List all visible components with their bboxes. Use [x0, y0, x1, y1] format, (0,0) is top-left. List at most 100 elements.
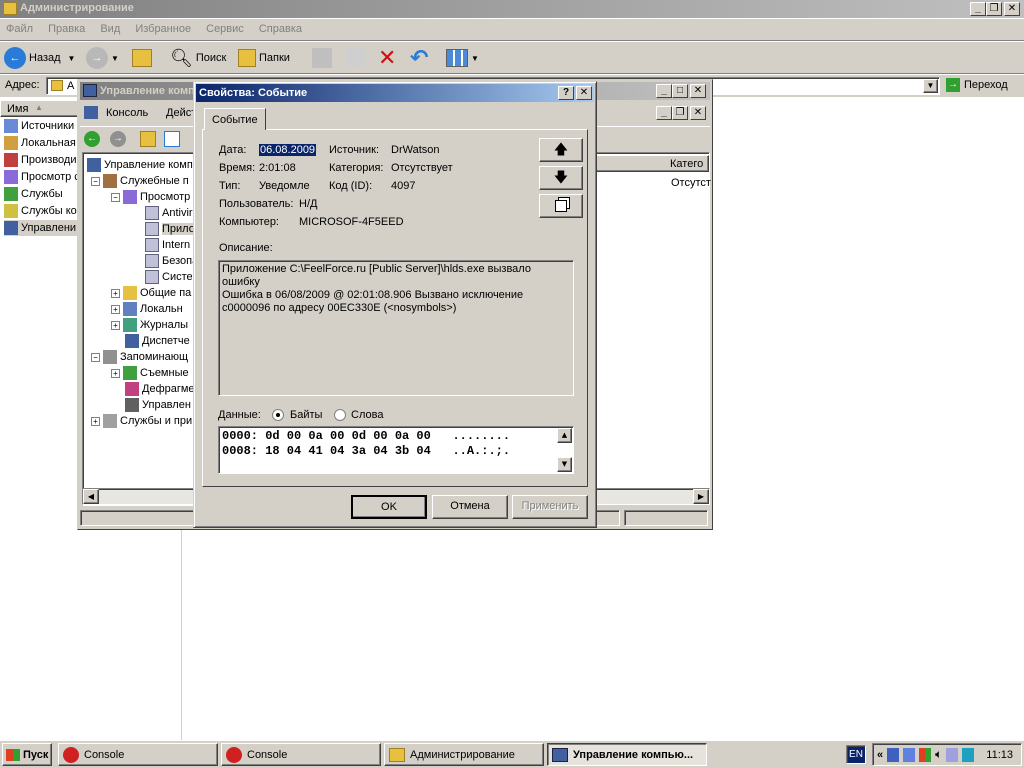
tree-node[interactable]: + Журналы [111, 317, 188, 333]
ok-button[interactable]: OK [351, 495, 427, 519]
go-button[interactable]: → Переход [946, 78, 1008, 92]
tree-node[interactable]: + Съемные [111, 365, 189, 381]
volume-icon[interactable]: 🔈︎ [935, 747, 942, 762]
scroll-right-button[interactable]: ▶ [693, 489, 709, 504]
type-value[interactable]: Уведомле [259, 180, 310, 192]
copy-event-button[interactable] [539, 194, 583, 218]
tree-node[interactable]: − Служебные п [91, 173, 189, 189]
expand-icon[interactable]: + [111, 288, 120, 298]
delete-button[interactable]: ✕ [378, 45, 396, 70]
tree-node[interactable]: + Службы и при [91, 413, 192, 429]
column-header-category[interactable]: Катего [595, 155, 709, 172]
menu-help[interactable]: Справка [253, 19, 308, 35]
back-arrow-icon[interactable]: ← [84, 131, 100, 147]
menu-tools[interactable]: Сервис [200, 19, 250, 35]
source-value[interactable]: DrWatson [391, 144, 440, 156]
mmc-child-minimize-button[interactable]: _ [656, 106, 672, 120]
up-button[interactable] [132, 46, 152, 70]
expand-icon[interactable]: + [111, 368, 120, 378]
search-button[interactable]: 🔍︎ Поиск [170, 46, 226, 70]
address-dropdown-button[interactable]: ▼ [923, 79, 938, 93]
cancel-button[interactable]: Отмена [432, 495, 508, 519]
tray-app-icon[interactable] [946, 747, 959, 762]
tree-node[interactable]: Antivir [145, 205, 193, 221]
taskbar-item-console-2[interactable]: Console [221, 743, 381, 766]
minimize-button[interactable]: _ [970, 2, 986, 16]
menu-console[interactable]: Консоль [106, 107, 148, 119]
mmc-close-button[interactable]: ✕ [690, 84, 706, 98]
menu-file[interactable]: Файл [0, 19, 39, 35]
time-value[interactable]: 2:01:08 [259, 162, 296, 174]
date-value[interactable]: 06.08.2009 [259, 144, 317, 156]
help-button[interactable]: ? [558, 86, 574, 100]
previous-event-button[interactable]: 🡅 [539, 138, 583, 162]
copy-to-button[interactable] [346, 46, 366, 70]
radio-words[interactable] [334, 409, 346, 421]
collapse-icon[interactable]: − [91, 176, 100, 186]
forward-button[interactable]: → ▼ [86, 46, 119, 70]
monitor-icon[interactable] [903, 747, 916, 762]
tree-node[interactable]: Intern [145, 237, 190, 253]
computer-value[interactable]: MICROSOF-4F5EED [299, 216, 404, 228]
tray-expand-icon[interactable]: « [877, 749, 883, 761]
tree-node[interactable]: Прило [145, 221, 195, 237]
tab-event[interactable]: Событие [204, 108, 266, 130]
component-services-icon [4, 204, 18, 218]
user-value[interactable]: Н/Д [299, 198, 317, 210]
expand-icon[interactable]: + [111, 304, 120, 314]
tree-node[interactable]: + Локальн [111, 301, 183, 317]
tree-node[interactable]: Диспетче [125, 333, 190, 349]
folders-button[interactable]: Папки [238, 46, 290, 70]
tree-node[interactable]: − Просмотр [111, 189, 190, 205]
language-indicator[interactable]: EN [846, 745, 866, 764]
mmc-child-restore-button[interactable]: ❐ [672, 106, 688, 120]
collapse-icon[interactable]: − [111, 192, 120, 202]
tree-node[interactable]: − Запоминающ [91, 349, 188, 365]
mmc-minimize-button[interactable]: _ [656, 84, 672, 98]
network-icon[interactable] [887, 747, 900, 762]
clock[interactable]: 11:13 [986, 749, 1013, 761]
maximize-button[interactable]: ❐ [986, 2, 1002, 16]
taskbar-item-administration[interactable]: Администрирование [384, 743, 544, 766]
data-textbox[interactable]: 0000: 0d 00 0a 00 0d 00 0a 00 ........ 0… [218, 426, 574, 474]
tree-node[interactable]: + Общие па [111, 285, 191, 301]
undo-button[interactable]: ↶ [410, 45, 428, 70]
description-textbox[interactable]: Приложение C:\FeelForce.ru [Public Serve… [218, 260, 574, 396]
tree-node[interactable]: Безопа [145, 253, 195, 269]
category-value[interactable]: Отсутствует [391, 162, 453, 174]
dialog-titlebar[interactable]: Свойства: Событие ? ✕ [196, 84, 594, 102]
tree-node[interactable]: Управлен [125, 397, 191, 413]
tray-app-icon[interactable] [962, 747, 975, 762]
menu-edit[interactable]: Правка [42, 19, 91, 35]
menu-view[interactable]: Вид [94, 19, 126, 35]
radio-bytes[interactable] [272, 409, 284, 421]
move-to-button[interactable] [312, 46, 332, 70]
collapse-icon[interactable]: − [91, 352, 100, 362]
scroll-down-button[interactable]: ▼ [557, 457, 572, 472]
tree-node[interactable]: Систе [145, 269, 193, 285]
up-folder-icon[interactable] [140, 131, 156, 147]
show-tree-icon[interactable] [164, 131, 180, 147]
tree-node[interactable]: Управление комп [87, 157, 193, 173]
scroll-left-button[interactable]: ◀ [83, 489, 99, 504]
menu-favorites[interactable]: Избранное [129, 19, 197, 35]
main-window-titlebar[interactable]: Администрирование _ ❐ ✕ [0, 0, 1024, 18]
taskbar-item-computer-management[interactable]: Управление компью... [547, 743, 707, 766]
tree-node[interactable]: Дефрагме [125, 381, 195, 397]
windows-update-icon[interactable] [919, 747, 932, 762]
next-event-button[interactable]: 🡇 [539, 166, 583, 190]
expand-icon[interactable]: + [111, 320, 120, 330]
expand-icon[interactable]: + [91, 416, 100, 426]
dialog-close-button[interactable]: ✕ [576, 86, 592, 100]
start-button[interactable]: Пуск [2, 743, 52, 766]
close-button[interactable]: ✕ [1004, 2, 1020, 16]
mmc-maximize-button[interactable]: □ [672, 84, 688, 98]
mmc-child-close-button[interactable]: ✕ [690, 106, 706, 120]
taskbar-item-console-1[interactable]: Console [58, 743, 218, 766]
event-id-value[interactable]: 4097 [391, 180, 415, 192]
forward-arrow-icon[interactable]: → [110, 131, 126, 147]
back-button[interactable]: ← Назад ▼ [4, 46, 75, 70]
views-button[interactable]: ▼ [446, 46, 479, 70]
apply-button[interactable]: Применить [512, 495, 588, 519]
scroll-up-button[interactable]: ▲ [557, 428, 572, 443]
